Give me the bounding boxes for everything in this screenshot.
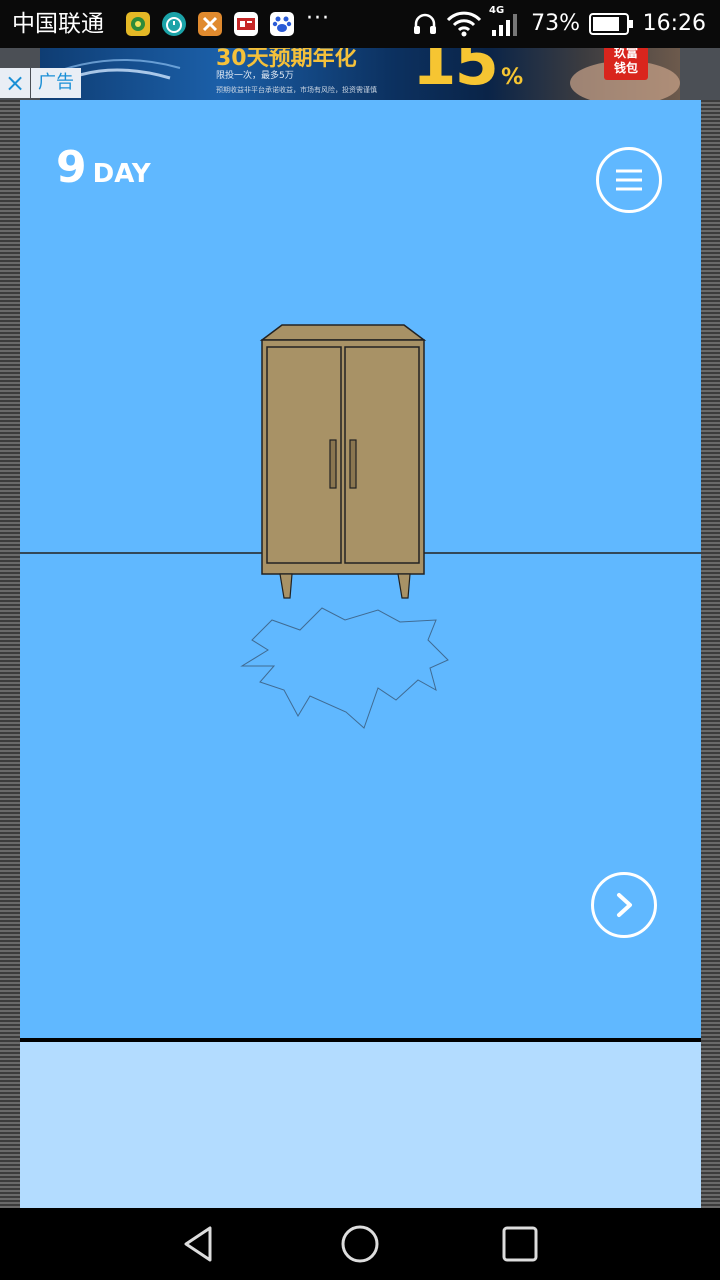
ad-label: 广告 xyxy=(31,68,81,98)
square-recent-icon xyxy=(502,1226,538,1262)
app-notification-icon xyxy=(126,12,150,36)
carrier-name: 中国联通 xyxy=(12,11,104,37)
triangle-back-icon xyxy=(184,1226,212,1262)
left-door-handle xyxy=(329,439,337,489)
ad-rate: 15% xyxy=(412,48,523,100)
home-button[interactable] xyxy=(338,1222,382,1266)
wardrobe-left-leg xyxy=(279,573,293,599)
status-bar: 中国联通 ··· 4G 73% 16:26 xyxy=(0,0,720,48)
next-scene-button[interactable] xyxy=(591,872,657,938)
right-door-handle xyxy=(349,439,357,489)
day-label: DAY xyxy=(92,159,151,189)
clock: 16:26 xyxy=(642,11,706,36)
ad-brand-logo: 玖富 钱包 xyxy=(604,48,648,80)
more-notifications-indicator: ··· xyxy=(306,6,330,31)
news-icon xyxy=(234,12,258,36)
chevron-right-icon xyxy=(617,893,632,917)
wardrobe-right-leg xyxy=(397,573,411,599)
menu-button[interactable] xyxy=(596,147,662,213)
recent-apps-button[interactable] xyxy=(498,1222,542,1266)
right-frame-border xyxy=(700,100,720,1208)
circle-home-icon xyxy=(341,1225,379,1263)
ad-image[interactable]: 30天预期年化 限投一次，最多5万 预期收益非平台承诺收益，市场有风险，投资需谨… xyxy=(40,48,680,100)
ad-banner[interactable]: 30天预期年化 限投一次，最多5万 预期收益非平台承诺收益，市场有风险，投资需谨… xyxy=(0,48,720,100)
headphones-icon xyxy=(412,12,438,40)
game-scene[interactable]: 9 DAY xyxy=(20,100,701,1038)
wifi-icon xyxy=(446,10,482,42)
battery-percentage: 73% xyxy=(531,11,580,36)
ad-close-button[interactable]: × xyxy=(0,68,30,98)
wardrobe[interactable] xyxy=(259,324,427,599)
ad-rate-unit: % xyxy=(501,65,523,90)
hamburger-menu-icon xyxy=(616,169,642,191)
back-button[interactable] xyxy=(178,1222,222,1266)
timer-icon xyxy=(162,12,186,36)
signal-icon xyxy=(490,12,520,42)
baidu-icon xyxy=(270,12,294,36)
floor-stain xyxy=(240,607,449,729)
wardrobe-top xyxy=(259,324,427,341)
navigation-bar xyxy=(0,1208,720,1280)
ad-rate-value: 15 xyxy=(412,48,499,100)
app-notification-icon xyxy=(198,12,222,36)
battery-icon xyxy=(589,13,635,39)
ad-fineprint: 预期收益非平台承诺收益，市场有风险，投资需谨慎 xyxy=(216,86,377,94)
ad-subline: 限投一次，最多5万 xyxy=(216,71,294,81)
day-counter: 9 DAY xyxy=(56,142,151,193)
day-number: 9 xyxy=(56,142,87,193)
left-frame-border xyxy=(0,100,20,1208)
inventory-panel[interactable] xyxy=(20,1042,701,1208)
